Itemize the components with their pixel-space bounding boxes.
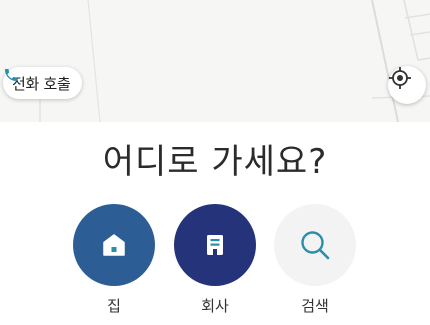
home-label: 집 bbox=[107, 297, 121, 315]
home-icon bbox=[103, 234, 125, 256]
app-screen: 전화 호출 어디로 가세요? 집 회사 검색 bbox=[0, 0, 430, 325]
crosshair-location-icon bbox=[389, 67, 411, 89]
search-button[interactable]: 검색 bbox=[273, 204, 357, 316]
map-roads bbox=[39, 0, 430, 122]
work-button-circle[interactable] bbox=[174, 204, 256, 286]
home-button[interactable]: 집 bbox=[72, 204, 156, 316]
home-button-circle[interactable] bbox=[73, 204, 155, 286]
destination-sheet: 어디로 가세요? 집 회사 검색 bbox=[0, 122, 430, 325]
work-button[interactable]: 회사 bbox=[173, 204, 257, 316]
building-icon bbox=[207, 235, 223, 255]
destination-question: 어디로 가세요? bbox=[102, 142, 328, 182]
search-label: 검색 bbox=[301, 297, 329, 315]
search-icon bbox=[301, 231, 330, 260]
search-button-circle[interactable] bbox=[274, 204, 356, 286]
map-view[interactable]: 전화 호출 bbox=[0, 0, 430, 122]
call-taxi-button[interactable]: 전화 호출 bbox=[3, 67, 83, 99]
work-label: 회사 bbox=[201, 297, 229, 315]
current-location-button[interactable] bbox=[388, 66, 426, 104]
call-taxi-label: 전화 호출 bbox=[12, 74, 71, 93]
phone-icon bbox=[5, 69, 17, 81]
